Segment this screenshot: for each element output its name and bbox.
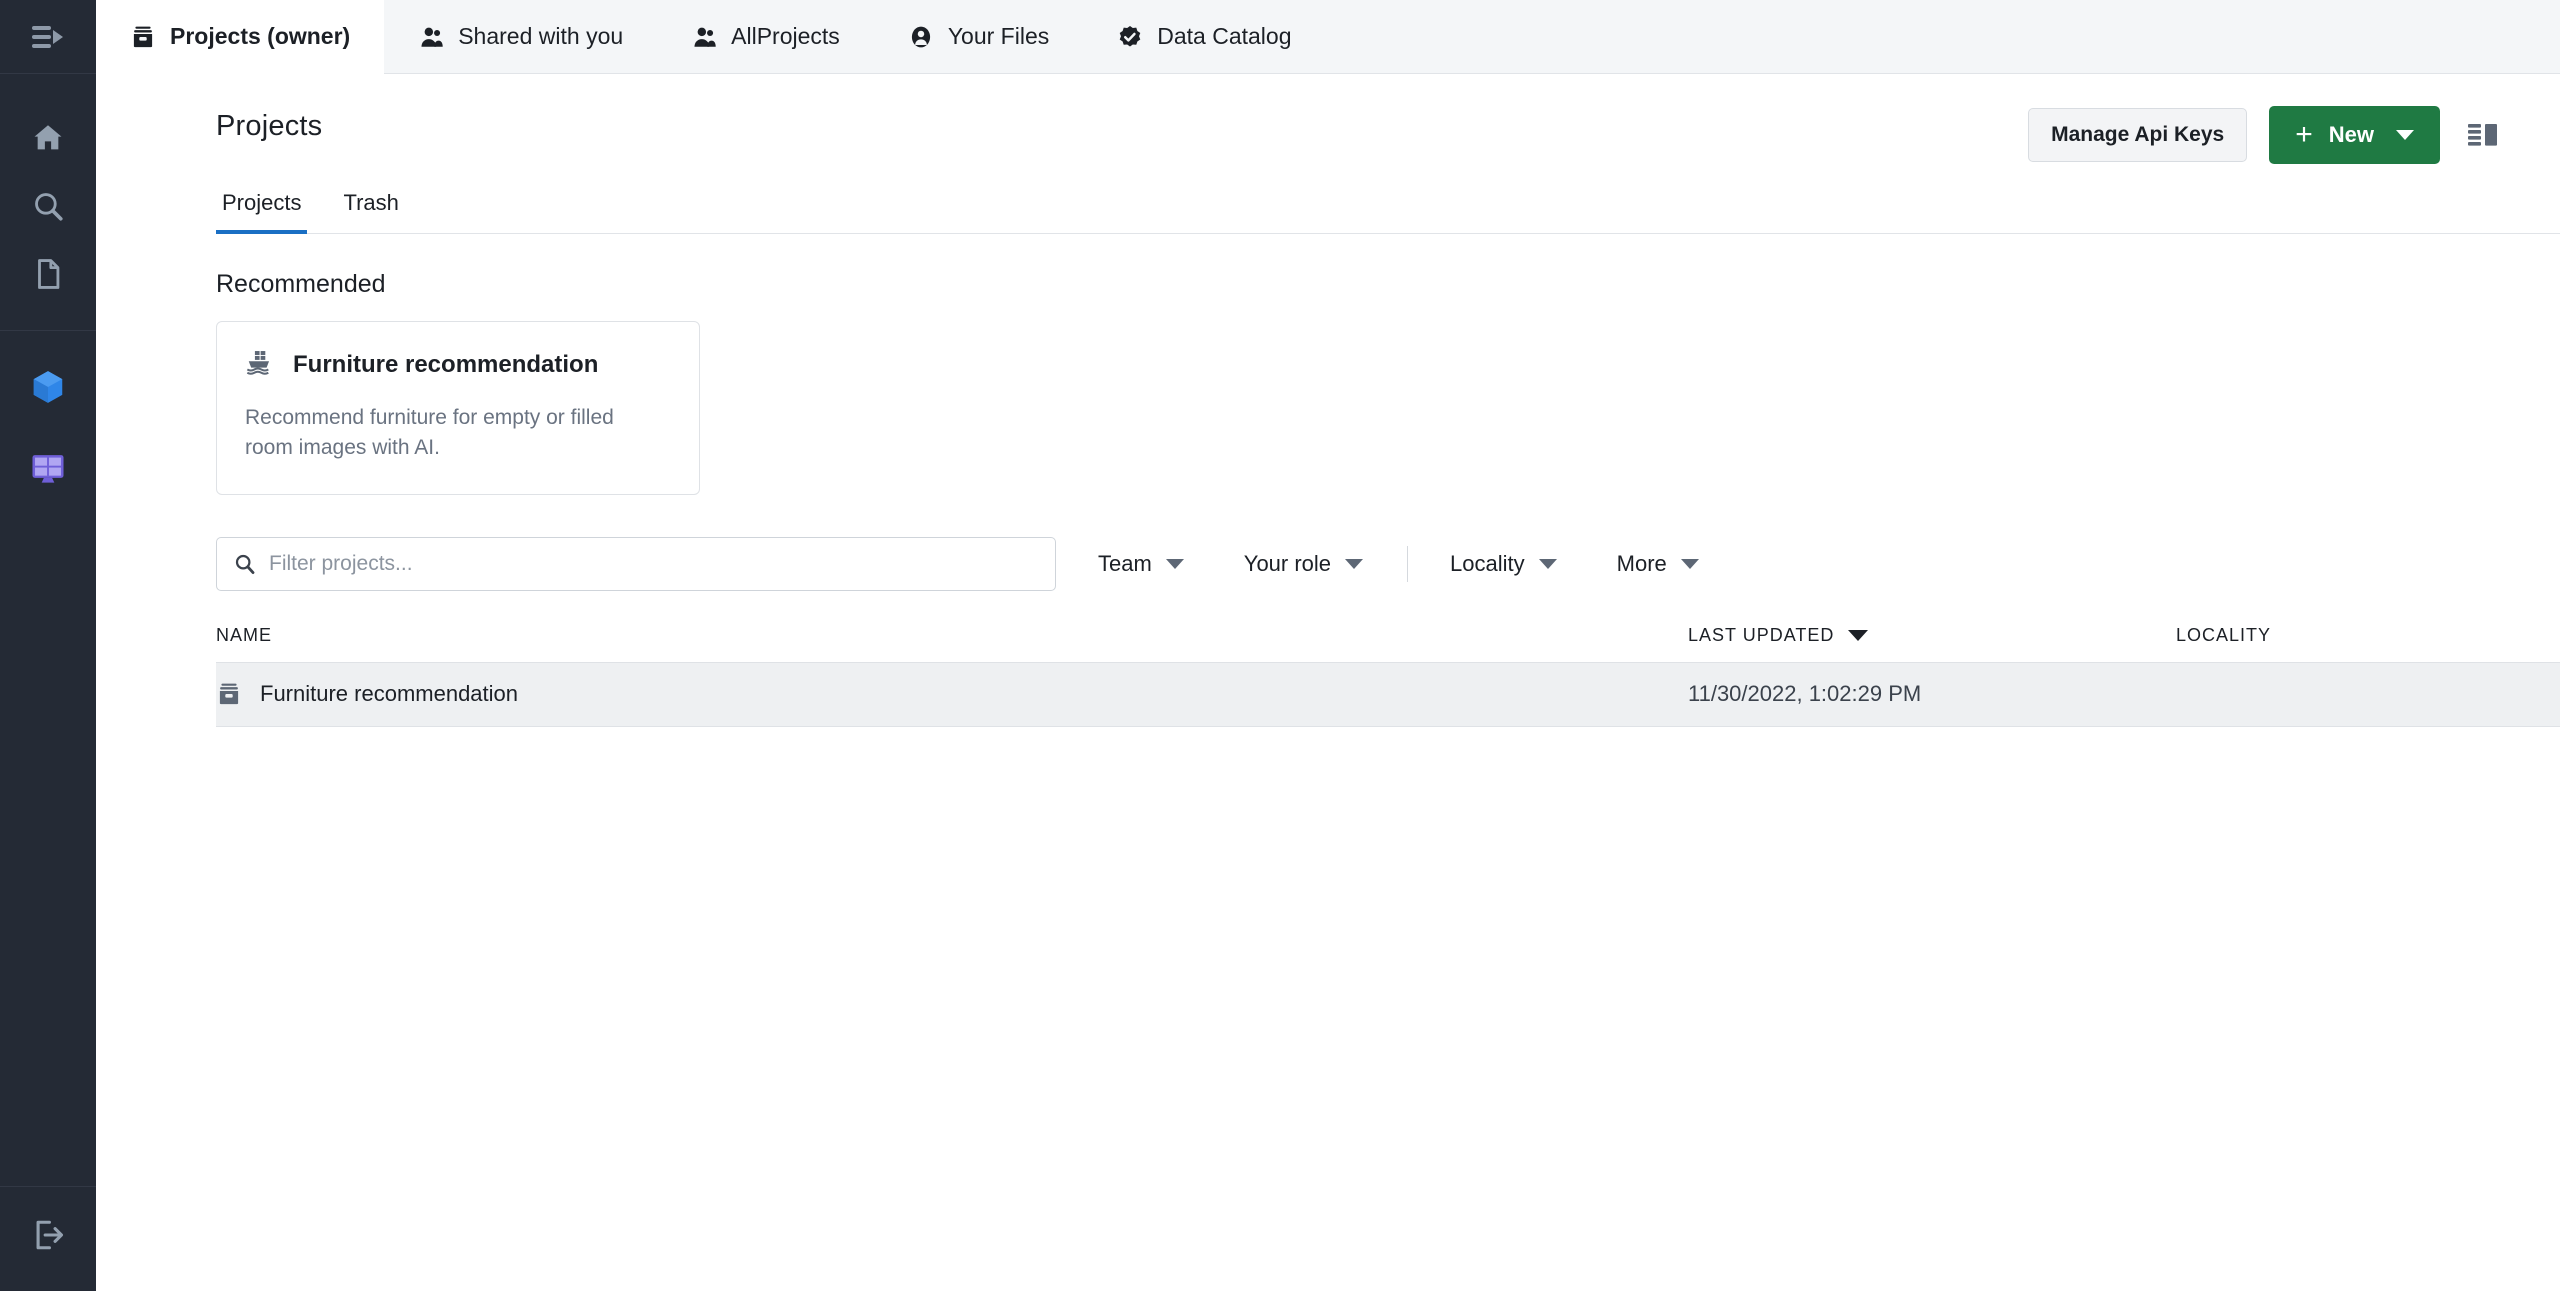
plus-icon: + <box>2295 118 2313 151</box>
filter-your-role[interactable]: Your role <box>1226 543 1381 585</box>
check-badge-icon <box>1117 24 1143 50</box>
list-view-icon <box>2468 124 2497 146</box>
projects-table: NAME LAST UPDATED LOCALITY Furniture rec… <box>216 625 2560 727</box>
sidebar-item-deployments[interactable] <box>0 353 96 421</box>
tab-label: Shared with you <box>458 23 624 49</box>
sidebar-item-home[interactable] <box>0 104 96 172</box>
logout-icon <box>36 1220 64 1250</box>
header-actions: Manage Api Keys + New <box>2028 106 2504 164</box>
filter-search-box[interactable] <box>216 536 1056 591</box>
home-icon <box>34 125 62 150</box>
sidebar-expand-icon[interactable] <box>0 3 96 71</box>
left-nav-rail <box>0 0 96 1291</box>
people-icon <box>691 24 717 50</box>
chevron-down-icon <box>2396 130 2414 140</box>
column-label: LAST UPDATED <box>1688 624 1835 645</box>
tab-projects-owner[interactable]: Projects (owner) <box>96 0 385 74</box>
search-icon <box>233 552 257 576</box>
filter-locality[interactable]: Locality <box>1432 543 1575 585</box>
new-button-label: New <box>2328 122 2374 147</box>
column-label: LOCALITY <box>2176 624 2272 645</box>
page-title-row: Projects Manage Api Keys + New <box>216 74 2504 164</box>
filter-label: More <box>1616 550 1667 576</box>
rail-header <box>0 0 96 74</box>
manage-api-keys-button[interactable]: Manage Api Keys <box>2028 108 2248 162</box>
tab-data-catalog[interactable]: Data Catalog <box>1083 0 1325 73</box>
page-header: Projects Manage Api Keys + New Projects … <box>96 74 2560 234</box>
filter-divider <box>1407 545 1409 582</box>
cell-last-updated: 11/30/2022, 1:02:29 PM <box>1688 681 1922 707</box>
sub-tab-bar: Projects Trash <box>216 190 2560 234</box>
recommended-card-description: Recommend furniture for empty or filled … <box>245 406 614 460</box>
filter-more[interactable]: More <box>1599 543 1717 585</box>
column-label: NAME <box>216 624 273 645</box>
chevron-down-icon <box>1538 558 1557 569</box>
tab-label: AllProjects <box>731 23 840 49</box>
sort-descending-icon <box>1848 629 1869 641</box>
recommended-card-header: Furniture recommendation <box>245 348 671 381</box>
tab-all-projects[interactable]: AllProjects <box>657 0 874 73</box>
chevron-down-icon <box>1680 558 1699 569</box>
page-title: Projects <box>216 110 323 142</box>
subtab-trash[interactable]: Trash <box>337 190 404 234</box>
project-name: Furniture recommendation <box>260 681 519 707</box>
tab-shared-with-you[interactable]: Shared with you <box>384 0 657 73</box>
page-content: Recommended Furniture recommendation Rec… <box>96 234 2560 727</box>
recommended-card-title: Furniture recommendation <box>293 350 599 378</box>
archive-icon <box>216 681 242 707</box>
sidebar-item-files[interactable] <box>0 240 96 308</box>
recommended-card[interactable]: Furniture recommendation Recommend furni… <box>216 321 700 495</box>
column-header-name[interactable]: NAME <box>216 625 1688 646</box>
tab-your-files[interactable]: Your Files <box>874 0 1083 73</box>
ship-icon <box>245 348 273 381</box>
rail-footer <box>0 1186 96 1291</box>
projects-page: Projects Manage Api Keys + New Projects … <box>96 74 2560 1291</box>
cube-icon <box>33 371 63 403</box>
sidebar-item-search[interactable] <box>0 172 96 240</box>
new-button[interactable]: + New <box>2269 106 2440 164</box>
tab-label: Data Catalog <box>1157 23 1292 49</box>
tab-label: Projects (owner) <box>170 23 351 49</box>
filter-row: Team Your role Locality More <box>216 536 2504 591</box>
file-icon <box>38 259 60 289</box>
search-input[interactable] <box>269 551 1039 576</box>
chevron-down-icon <box>1165 558 1184 569</box>
chevron-down-icon <box>1345 558 1364 569</box>
search-icon <box>35 193 63 221</box>
table-header-row: NAME LAST UPDATED LOCALITY <box>216 625 2560 663</box>
dashboard-icon <box>32 455 64 483</box>
rail-items <box>0 74 96 503</box>
person-circle-icon <box>908 24 934 50</box>
archive-icon <box>130 24 156 50</box>
window-tab-strip: Projects (owner) Shared with you AllProj… <box>96 0 2560 74</box>
logout-button[interactable] <box>0 1201 96 1269</box>
people-icon <box>418 24 444 50</box>
rail-divider <box>0 330 96 331</box>
list-view-toggle-button[interactable] <box>2462 114 2504 156</box>
filter-label: Your role <box>1243 550 1332 576</box>
filter-team[interactable]: Team <box>1080 543 1202 585</box>
filter-label: Locality <box>1450 550 1525 576</box>
main-region: Projects (owner) Shared with you AllProj… <box>96 0 2560 1291</box>
sidebar-item-dashboards[interactable] <box>0 435 96 503</box>
table-row[interactable]: Furniture recommendation 11/30/2022, 1:0… <box>216 662 2560 727</box>
column-header-locality[interactable]: LOCALITY <box>2176 625 2560 646</box>
recommended-cards: Furniture recommendation Recommend furni… <box>216 321 2504 495</box>
recommended-section-title: Recommended <box>216 270 386 298</box>
subtab-projects[interactable]: Projects <box>216 190 308 234</box>
cell-name: Furniture recommendation <box>216 681 1688 707</box>
tab-label: Your Files <box>947 23 1050 49</box>
filter-label: Team <box>1098 550 1152 576</box>
column-header-last-updated[interactable]: LAST UPDATED <box>1688 625 2176 646</box>
